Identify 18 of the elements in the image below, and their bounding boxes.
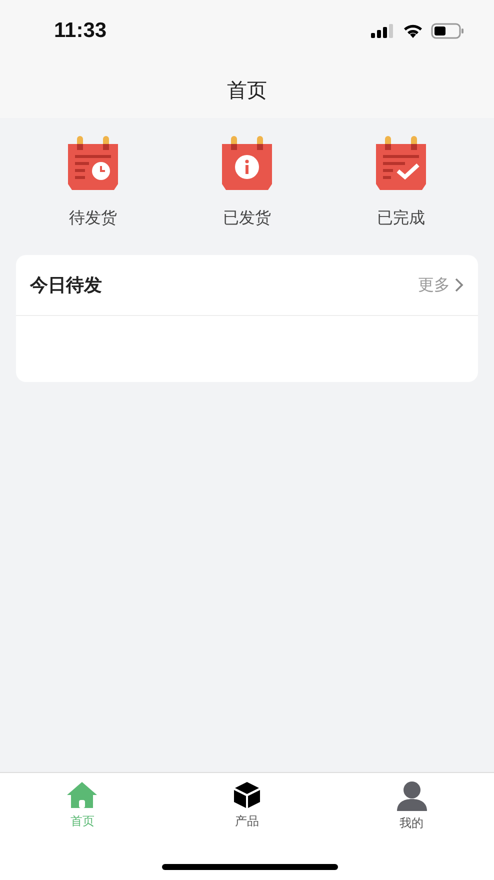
calendar-clock-icon[interactable] [66,134,120,192]
user-icon [396,781,428,811]
card-title: 今日待发 [30,274,102,297]
status-time: 11:33 [54,19,107,43]
shortcut-label[interactable]: 已发货 [223,208,271,229]
tab-item[interactable]: 我的 [382,781,442,832]
chevron-right-icon [454,277,464,293]
battery-icon [431,23,464,39]
calendar-check-icon[interactable] [374,134,428,192]
signal-icon [371,24,395,38]
page-title: 首页 [227,76,267,104]
shortcut-label[interactable]: 待发货 [69,208,117,229]
calendar-info-icon[interactable] [220,134,274,192]
cube-icon [232,781,261,809]
tab-item[interactable]: 产品 [216,781,277,830]
wifi-icon [403,24,423,38]
shortcut-label[interactable]: 已完成 [377,208,425,229]
home-icon [66,781,98,809]
